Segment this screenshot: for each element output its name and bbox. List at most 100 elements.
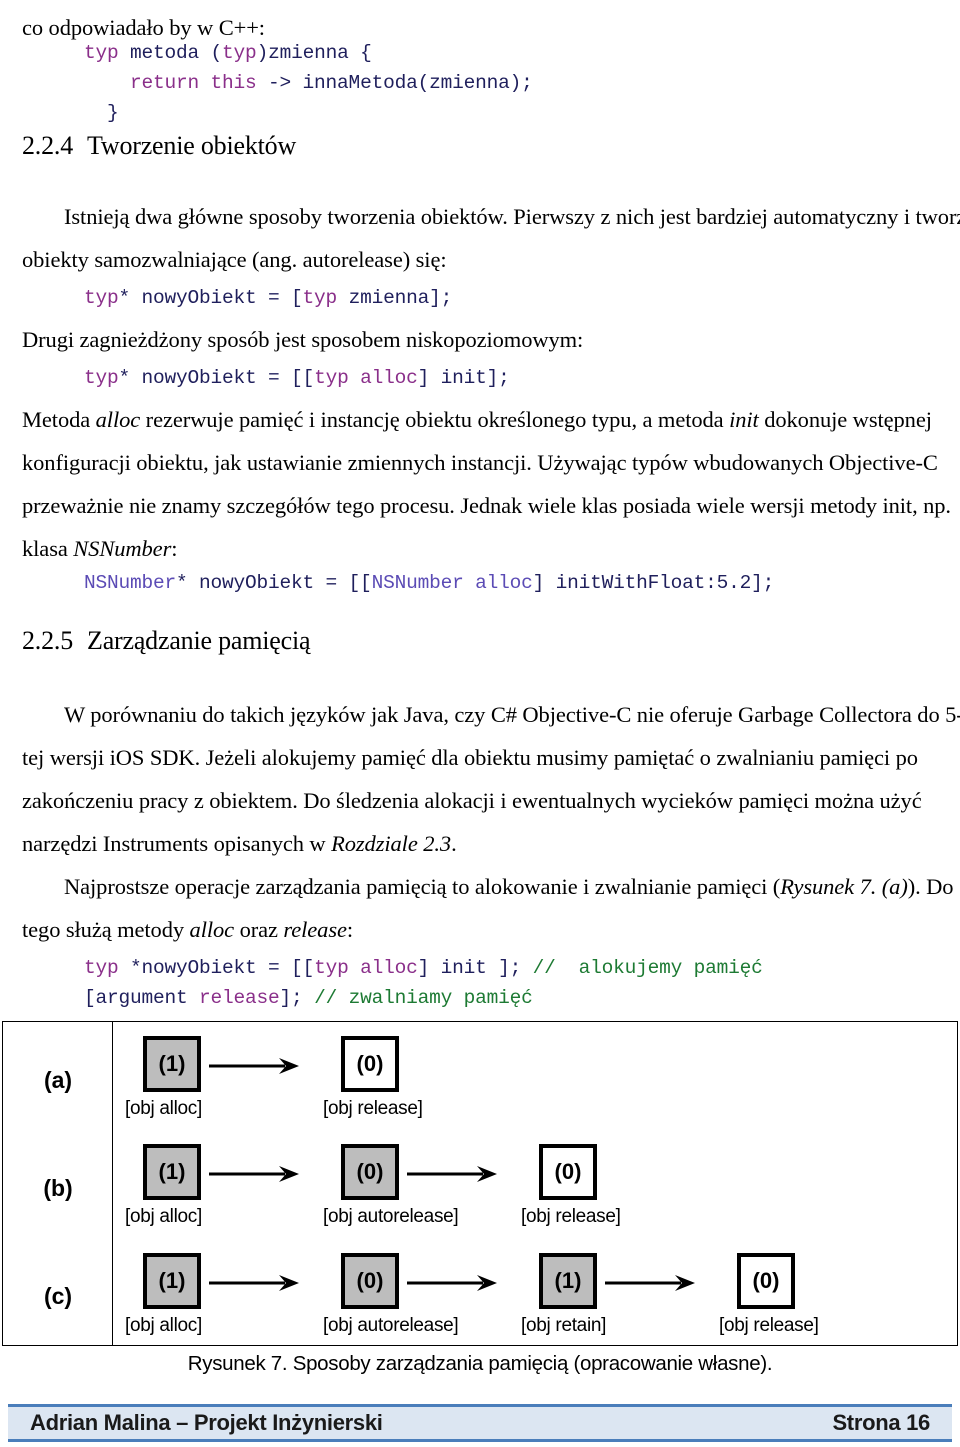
code-token: ]; [279, 987, 315, 1009]
emphasis-text: release [283, 917, 347, 942]
node-caption: [obj release] [521, 1206, 621, 1228]
document-page: co odpowiadało by w C++: typ metoda (typ… [0, 0, 960, 1447]
emphasis-text: NSNumber [73, 536, 172, 561]
body-text: : [171, 536, 178, 561]
node-caption: [obj release] [323, 1098, 423, 1119]
transition-arrow-icon [407, 1274, 503, 1291]
retain-count-box: (0) [341, 1252, 399, 1309]
paragraph-3: Metoda alloc rezerwuje pamięć i instancj… [0, 398, 960, 570]
retain-count-box: (1) [143, 1144, 201, 1201]
node-caption: [obj release] [719, 1314, 819, 1336]
code-token: typ [84, 957, 119, 979]
code-line: typ metoda (typ)zmienna { [84, 38, 960, 68]
code-token: // alokujemy pamięć [532, 957, 763, 979]
transition-arrow-icon [209, 1274, 305, 1291]
code-token: typ [84, 367, 119, 389]
code-block-4: NSNumber* nowyObiekt = [[NSNumber alloc]… [0, 568, 960, 598]
node-caption: [obj alloc] [125, 1206, 202, 1228]
node-caption: [obj alloc] [125, 1314, 202, 1336]
footer-page-number: Strona 16 [832, 1410, 930, 1435]
code-token: NSNumber alloc [371, 572, 533, 594]
code-token: typ [302, 287, 338, 309]
emphasis-text: alloc [95, 407, 141, 432]
code-token: typ [84, 287, 119, 309]
code-line: return this -> innaMetoda(zmienna); [84, 68, 960, 98]
retain-count-box: (1) [539, 1252, 597, 1309]
figure-row-label-c: (c) [43, 1283, 73, 1309]
emphasis-text: Rysunek 7. (a) [780, 874, 908, 899]
transition-arrow-icon [209, 1166, 305, 1183]
body-text: Najprostsze operacje zarządzania pamięci… [64, 874, 781, 899]
code-block-2: typ* nowyObiekt = [typ zmienna]; [0, 283, 960, 313]
code-token: // zwalniamy pamięć [314, 987, 533, 1009]
node-caption: [obj retain] [521, 1314, 607, 1336]
retain-count-box: (0) [341, 1144, 399, 1201]
paragraph-4: W porównaniu do takich języków jak Java,… [0, 693, 960, 865]
code-token: -> innaMetoda(zmienna); [256, 72, 533, 94]
page-footer: Adrian Malina – Projekt Inżynierski Stro… [8, 1404, 952, 1442]
heading-section-224: 2.2.4 Tworzenie obiektów [0, 127, 960, 165]
retain-count-box: (1) [143, 1036, 201, 1092]
code-line: NSNumber* nowyObiekt = [[NSNumber alloc]… [84, 568, 960, 598]
code-token: NSNumber [84, 572, 177, 594]
code-token: typ alloc [314, 957, 418, 979]
code-token: ] init]; [417, 367, 510, 389]
figure-row-label-a: (a) [43, 1067, 73, 1093]
code-token: [argument [84, 987, 200, 1009]
paragraph-4-body: W porównaniu do takich języków jak Java,… [22, 702, 960, 856]
code-token: *nowyObiekt = [[ [118, 957, 315, 979]
heading-title: Tworzenie obiektów [87, 131, 297, 160]
code-token: typ alloc [314, 367, 418, 389]
figure-row: (1) [obj alloc] (0) [obj autorelease] (0) [ob… [113, 1130, 959, 1238]
node-caption: [obj alloc] [125, 1098, 202, 1119]
code-line: typ* nowyObiekt = [[typ alloc] init]; [84, 363, 960, 393]
code-token: release [199, 987, 280, 1009]
code-token: * nowyObiekt = [[ [176, 572, 372, 594]
transition-arrow-icon [605, 1274, 701, 1291]
code-token: * nowyObiekt = [ [118, 287, 303, 309]
heading-number: 2.2.4 [22, 131, 74, 160]
code-token: zmienna]; [337, 287, 453, 309]
body-text: Metoda [22, 407, 96, 432]
code-token: * nowyObiekt = [[ [118, 367, 315, 389]
code-token: typ [222, 42, 257, 64]
figure-row: (1) [obj alloc] (0) [obj release] [113, 1022, 959, 1130]
body-text: : [346, 917, 354, 942]
paragraph-1: Istnieją dwa główne sposoby tworzenia ob… [22, 204, 960, 272]
code-token: typ [84, 42, 119, 64]
code-line: } [84, 98, 960, 128]
code-token: return this [130, 72, 257, 94]
code-block-3: typ* nowyObiekt = [[typ alloc] init]; [0, 363, 960, 393]
heading-title: Zarządzanie pamięcią [87, 626, 311, 655]
figure-row-label-b: (b) [43, 1175, 73, 1201]
body-text: rezerwuje pamięć i instancję obiektu okr… [140, 407, 730, 432]
paragraph-4-ref: Rozdziale 2.3 [331, 831, 452, 856]
retain-count-box: (1) [143, 1252, 201, 1309]
heading-number: 2.2.5 [22, 626, 74, 655]
node-caption: [obj autorelease] [323, 1206, 459, 1228]
paragraph-4-tail: . [451, 831, 457, 856]
code-token: ] init ]; [417, 957, 533, 979]
transition-arrow-icon [407, 1166, 503, 1183]
transition-arrow-icon [209, 1058, 305, 1074]
figure-row: (1) [obj alloc] (0) [obj autorelease] (1) [ob… [113, 1239, 959, 1347]
code-token: } [84, 102, 119, 124]
paragraph-5: Najprostsze operacje zarządzania pamięci… [0, 865, 960, 951]
figure-memory-management: (a) (1) [obj alloc] (0) [obj release] (b) (1) [… [2, 1021, 958, 1346]
code-token: ] initWithFloat:5.2]; [532, 572, 775, 594]
emphasis-text: alloc [189, 917, 235, 942]
code-block-1: typ metoda (typ)zmienna { return this ->… [0, 38, 960, 128]
code-block-5: typ *nowyObiekt = [[typ alloc] init ]; /… [0, 953, 960, 1013]
code-line: [argument release]; // zwalniamy pamięć [84, 983, 960, 1013]
code-line: typ *nowyObiekt = [[typ alloc] init ]; /… [84, 953, 960, 983]
heading-section-225: 2.2.5 Zarządzanie pamięcią [0, 622, 960, 660]
retain-count-box: (0) [737, 1252, 795, 1309]
retain-count-box: (0) [539, 1144, 597, 1201]
body-text: oraz [234, 917, 284, 942]
code-line: typ* nowyObiekt = [typ zmienna]; [84, 283, 960, 313]
footer-author: Adrian Malina – Projekt Inżynierski [30, 1410, 383, 1435]
figure-caption: Rysunek 7. Sposoby zarządzania pamięcią … [187, 1352, 773, 1375]
code-token: metoda ( [118, 42, 223, 64]
node-caption: [obj autorelease] [323, 1314, 459, 1336]
